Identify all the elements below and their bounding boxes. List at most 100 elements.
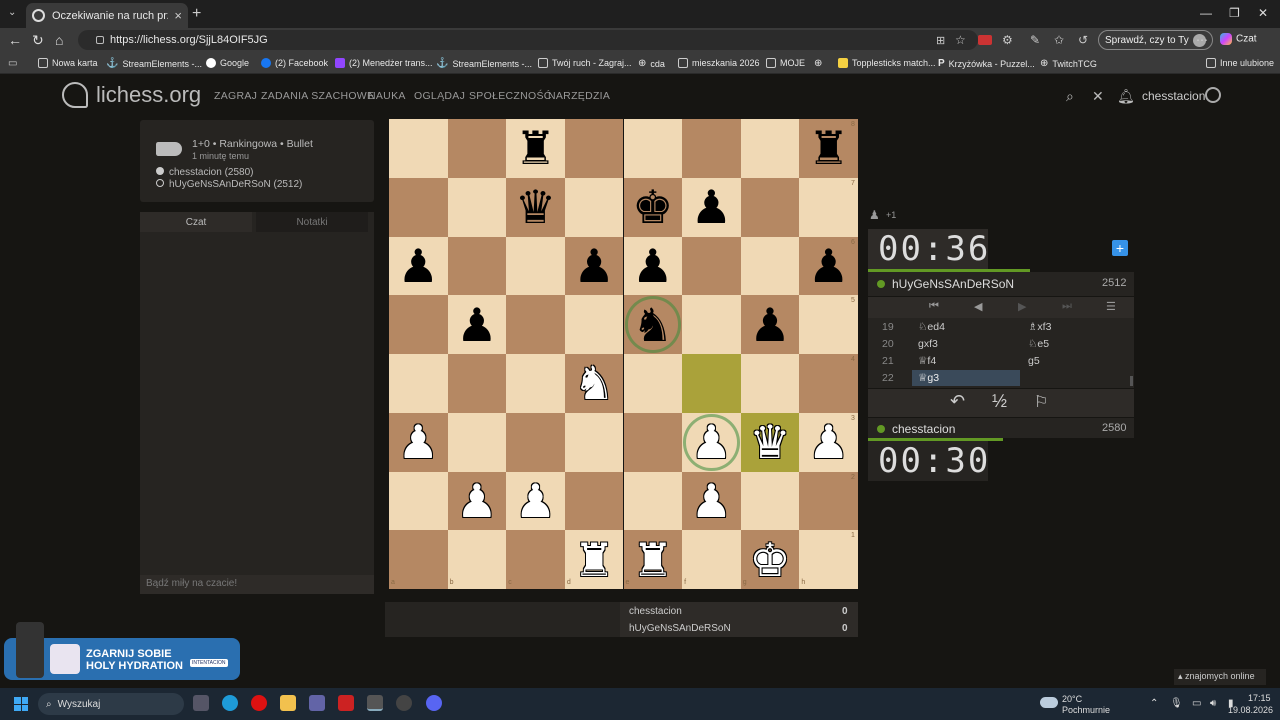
square-c4[interactable]	[506, 354, 565, 413]
black-queen-c7[interactable]: ♛︎	[506, 178, 565, 237]
reader-icon[interactable]: ⊞	[936, 34, 945, 47]
square-d5[interactable]	[564, 295, 624, 354]
lichess-logo[interactable]: lichess.org	[62, 82, 201, 108]
white-pawn-f2[interactable]: ♟︎	[682, 472, 741, 531]
offer-draw-button[interactable]: ½	[992, 391, 1007, 412]
opera-icon[interactable]	[251, 695, 267, 711]
edge-icon[interactable]	[222, 695, 238, 711]
friends-online-button[interactable]: ▴ znajomych online	[1174, 669, 1266, 685]
site-info-icon[interactable]	[96, 36, 104, 44]
square-a4[interactable]	[389, 354, 448, 413]
bookmark-folder[interactable]: MOJE	[766, 58, 805, 68]
bookmark-item[interactable]: ⊕ cda	[638, 58, 665, 69]
resign-flag-icon[interactable]: ⚐	[1034, 392, 1048, 412]
square-e8[interactable]	[623, 119, 683, 178]
nav-narzedzia[interactable]: NARZĘDZIA	[548, 90, 610, 102]
clock-date[interactable]: 19.08.2026	[1228, 705, 1273, 715]
mic-icon[interactable]: 🎙︎	[1170, 698, 1183, 709]
maximize-icon[interactable]: ❐	[1229, 6, 1240, 20]
square-h4[interactable]	[799, 354, 858, 413]
white-pawn-b2[interactable]: ♟︎	[448, 472, 507, 531]
square-d7[interactable]	[564, 177, 624, 237]
nav-spolecznosc[interactable]: SPOŁECZNOŚĆ	[469, 90, 552, 102]
copilot-button[interactable]: Czat	[1220, 33, 1257, 45]
windows-start-icon[interactable]	[14, 697, 28, 711]
tray-expand-icon[interactable]: ⌃	[1150, 698, 1158, 709]
opponent-player[interactable]: hUyGeNsSAnDeRSoN	[877, 277, 1014, 291]
black-pawn-g5[interactable]: ♟︎	[741, 295, 800, 354]
black-pawn-d6[interactable]: ♟︎	[565, 237, 624, 296]
file-explorer-icon[interactable]	[280, 695, 296, 711]
tab-chat[interactable]: Czat	[140, 212, 252, 232]
home-icon[interactable]: ⌂	[55, 32, 63, 48]
nav-ogladaj[interactable]: OGLĄDAJ	[414, 90, 465, 102]
square-h7[interactable]	[799, 177, 858, 237]
move-black[interactable]: g5	[1028, 355, 1040, 367]
takeback-icon[interactable]: ↶	[950, 391, 965, 412]
square-g2[interactable]	[740, 471, 800, 531]
white-rook-e1[interactable]: ♜︎	[624, 530, 683, 589]
close-window-icon[interactable]: ✕	[1258, 6, 1268, 20]
bookmark-item[interactable]: ⊕ TwitchTCG	[1040, 58, 1097, 69]
move-white[interactable]: ♕f4	[918, 355, 936, 367]
square-c6[interactable]	[506, 236, 565, 296]
bookmark-item[interactable]: (2) Facebook	[261, 58, 328, 68]
self-player[interactable]: chesstacion	[877, 422, 955, 436]
square-f1[interactable]	[682, 530, 741, 589]
weather-temp[interactable]: 20°C	[1062, 694, 1082, 704]
white-pawn-a3[interactable]: ♟︎	[389, 413, 448, 472]
square-b1[interactable]	[447, 530, 507, 589]
square-a2[interactable]	[389, 471, 448, 531]
square-g8[interactable]	[740, 119, 800, 178]
square-b3[interactable]	[447, 412, 507, 472]
reload-icon[interactable]: ↻	[32, 32, 44, 49]
square-h5[interactable]	[799, 295, 858, 354]
menu-icon[interactable]: ☰	[1106, 300, 1116, 313]
favorite-star-icon[interactable]: ☆	[955, 33, 966, 47]
square-f8[interactable]	[682, 119, 741, 178]
tab-notes[interactable]: Notatki	[256, 212, 368, 232]
search-icon[interactable]: ⌕	[1066, 88, 1074, 105]
bookmark-item[interactable]: ⚓ StreamElements -...	[106, 58, 202, 69]
score-player-1[interactable]: chesstacion	[629, 606, 682, 617]
square-b7[interactable]	[447, 177, 507, 237]
square-c5[interactable]	[506, 295, 565, 354]
bookmark-folder[interactable]: mieszkania 2026	[678, 58, 760, 68]
square-f5[interactable]	[682, 295, 741, 354]
extension-icon[interactable]: ⚙	[1002, 33, 1013, 47]
nav-zagraj[interactable]: ZAGRAJ	[214, 90, 257, 102]
other-bookmarks[interactable]: Inne ulubione	[1206, 58, 1274, 68]
bookmark-item[interactable]: P Krzyżówka - Puzzel...	[938, 58, 1035, 69]
minimize-icon[interactable]: —	[1200, 6, 1212, 20]
teams-icon[interactable]	[309, 695, 325, 711]
black-knight-e5[interactable]: ♞︎	[624, 295, 683, 354]
square-d8[interactable]	[564, 119, 624, 178]
black-pawn-a6[interactable]: ♟︎	[389, 237, 448, 296]
bookmark-item[interactable]: ⊕	[814, 58, 822, 69]
user-menu[interactable]: chesstacion	[1142, 89, 1205, 103]
bookmark-item[interactable]: Topplesticks match...	[838, 58, 936, 68]
bookmark-item[interactable]: Twój ruch - Zagraj...	[538, 58, 632, 68]
move-scrollbar[interactable]	[1130, 376, 1133, 386]
white-pawn-f3[interactable]: ♟︎	[682, 413, 741, 472]
square-g7[interactable]	[740, 177, 800, 237]
first-move-icon[interactable]: ⏮	[929, 300, 939, 313]
square-f6[interactable]	[682, 236, 741, 296]
move-white[interactable]: gxf3	[918, 338, 938, 350]
media-icon[interactable]	[338, 695, 354, 711]
black-player-link[interactable]: hUyGeNsSAnDeRSoN (2512)	[156, 179, 302, 190]
square-a7[interactable]	[389, 177, 448, 237]
square-a8[interactable]	[389, 119, 448, 178]
square-h1[interactable]	[799, 530, 858, 589]
square-g6[interactable]	[740, 236, 800, 296]
square-h2[interactable]	[799, 471, 858, 531]
adblock-icon[interactable]	[978, 35, 992, 45]
square-e4[interactable]	[623, 354, 683, 413]
square-b6[interactable]	[447, 236, 507, 296]
square-a1[interactable]	[389, 530, 448, 589]
nav-zadania[interactable]: ZADANIA SZACHOWE	[261, 90, 374, 102]
nav-nauka[interactable]: NAUKA	[368, 90, 406, 102]
close-tab-icon[interactable]: ×	[174, 8, 182, 23]
bookmark-item[interactable]: Google	[206, 58, 249, 68]
chat-input[interactable]: Bądź miły na czacie!	[140, 575, 374, 594]
